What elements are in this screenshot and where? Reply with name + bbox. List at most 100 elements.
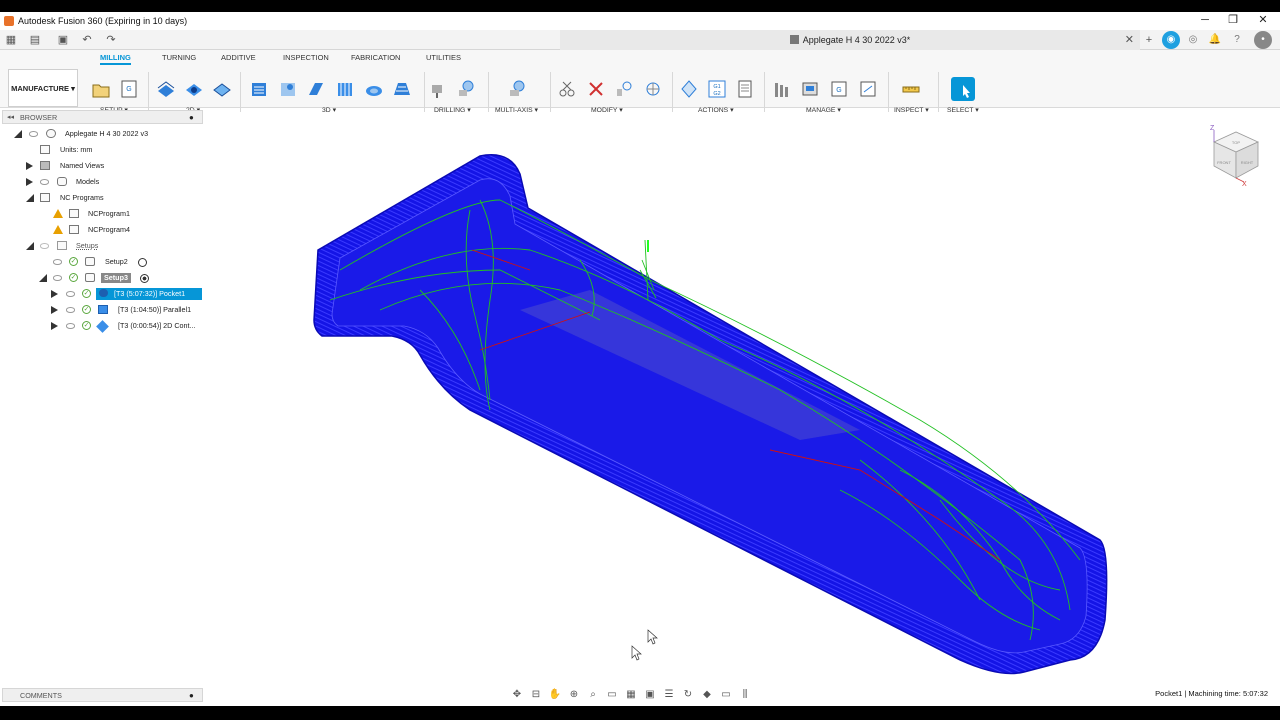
tree-item-2d-contour[interactable]: ✓ [T3 (0:00:54)] 2D Cont... <box>2 319 202 333</box>
tree-item-document[interactable]: Applegate H 4 30 2022 v3 <box>2 127 202 141</box>
2d-pocket-icon[interactable] <box>184 79 204 99</box>
tool-library-icon[interactable] <box>772 79 792 99</box>
workspace-switcher[interactable]: MANUFACTURE ▾ <box>8 69 78 107</box>
expand-triangle-icon[interactable] <box>51 322 58 330</box>
tab-inspection[interactable]: INSPECTION <box>283 53 329 62</box>
setup-sheet-icon[interactable] <box>735 79 755 99</box>
visibility-eye-icon[interactable] <box>40 243 49 249</box>
minimize-button[interactable]: ─ <box>1190 12 1220 30</box>
expand-triangle-icon[interactable] <box>26 178 33 186</box>
fit-icon[interactable]: ⌕ <box>584 688 602 702</box>
cube-face-front[interactable]: FRONT <box>1217 160 1231 165</box>
pattern-icon[interactable] <box>614 79 634 99</box>
collapse-panel-icon[interactable]: ◂◂ <box>7 111 14 124</box>
steep-shallow-icon[interactable] <box>306 79 326 99</box>
new-tab-icon[interactable]: + <box>1142 33 1156 47</box>
tab-additive[interactable]: ADDITIVE <box>221 53 256 62</box>
group-drilling[interactable]: DRILLING ▾ <box>434 106 471 114</box>
delete-toolpath-icon[interactable] <box>586 79 606 99</box>
tree-item-models[interactable]: Models <box>2 175 202 189</box>
collapse-triangle-icon[interactable] <box>39 274 47 282</box>
machine-library-icon[interactable] <box>800 79 820 99</box>
undo-icon[interactable]: ↶ <box>80 33 94 47</box>
orbit-move-icon[interactable]: ✥ <box>508 688 526 702</box>
select-icon[interactable] <box>951 77 975 101</box>
tree-item-setups[interactable]: Setups <box>2 239 202 253</box>
3d-adaptive-icon[interactable] <box>249 79 269 99</box>
camera-icon[interactable]: ☰ <box>660 688 678 702</box>
document-tab[interactable]: Applegate H 4 30 2022 v3* ✕ <box>560 30 1140 50</box>
drill-icon[interactable] <box>428 79 448 99</box>
extensions-icon[interactable]: ◉ <box>1162 31 1180 49</box>
tree-item-parallel1[interactable]: ✓ [T3 (1:04:50)] Parallel1 <box>2 303 202 317</box>
tab-utilities[interactable]: UTILITIES <box>426 53 461 62</box>
manual-nc-icon[interactable] <box>643 79 663 99</box>
visibility-eye-icon[interactable] <box>66 307 75 313</box>
viewports-icon[interactable]: ▣ <box>641 688 659 702</box>
tab-turning[interactable]: TURNING <box>162 53 196 62</box>
expand-triangle-icon[interactable] <box>51 290 58 298</box>
effects-icon[interactable]: ⫼ <box>736 688 754 702</box>
post-process-icon[interactable]: G1G2 <box>707 79 727 99</box>
save-icon[interactable]: ▣ <box>56 33 70 47</box>
tree-item-named-views[interactable]: Named Views <box>2 159 202 173</box>
pan-icon[interactable]: ✋ <box>546 688 564 702</box>
visibility-eye-icon[interactable] <box>53 259 62 265</box>
tree-item-setup3[interactable]: ✓ Setup3 <box>2 271 202 285</box>
contour-icon[interactable] <box>392 79 412 99</box>
redo-icon[interactable]: ↷ <box>104 33 118 47</box>
measure-icon[interactable] <box>901 79 921 99</box>
2d-adaptive-icon[interactable] <box>156 79 176 99</box>
cube-face-top[interactable]: TOP <box>1232 140 1240 145</box>
grid-settings-icon[interactable]: ▦ <box>622 688 640 702</box>
group-inspect[interactable]: INSPECT ▾ <box>894 106 929 114</box>
cube-face-right[interactable]: RIGHT <box>1241 160 1254 165</box>
collapse-triangle-icon[interactable] <box>26 242 34 250</box>
look-at-icon[interactable]: ⊟ <box>527 688 545 702</box>
nc-program-icon[interactable]: G <box>119 79 139 99</box>
user-avatar[interactable]: • <box>1254 31 1272 49</box>
grid-menu-icon[interactable]: ▦ <box>4 33 18 47</box>
tree-item-nc-programs[interactable]: NC Programs <box>2 191 202 205</box>
job-status-icon[interactable]: ◎ <box>1184 31 1202 49</box>
visibility-eye-icon[interactable] <box>66 291 75 297</box>
visual-style-icon[interactable]: ◆ <box>698 688 716 702</box>
visibility-eye-icon[interactable] <box>40 179 49 185</box>
template-library-icon[interactable] <box>858 79 878 99</box>
3d-pocket-icon[interactable] <box>278 79 298 99</box>
pin-icon[interactable]: ● <box>189 689 194 702</box>
pin-icon[interactable]: ● <box>189 111 194 124</box>
3d-viewport[interactable] <box>300 140 1120 680</box>
post-library-icon[interactable]: G <box>829 79 849 99</box>
visibility-eye-icon[interactable] <box>53 275 62 281</box>
expand-triangle-icon[interactable] <box>26 162 33 170</box>
group-3d[interactable]: 3D ▾ <box>322 106 336 114</box>
new-setup-icon[interactable] <box>91 79 111 99</box>
tab-milling[interactable]: MILLING <box>100 53 131 65</box>
group-actions[interactable]: ACTIONS ▾ <box>698 106 734 114</box>
notifications-icon[interactable]: 🔔 <box>1206 31 1224 49</box>
parallel-icon[interactable] <box>335 79 355 99</box>
help-icon[interactable]: ? <box>1228 31 1246 49</box>
orbit-icon[interactable]: ↻ <box>679 688 697 702</box>
multi-axis-icon[interactable] <box>507 79 527 99</box>
face-icon[interactable] <box>212 79 232 99</box>
tab-fabrication[interactable]: FABRICATION <box>351 53 400 62</box>
visibility-eye-icon[interactable] <box>29 131 38 137</box>
tree-item-pocket1[interactable]: ✓ [T3 (5:07:32)] Pocket1 <box>2 287 202 301</box>
activate-radio-icon[interactable] <box>138 258 147 267</box>
close-document-icon[interactable]: ✕ <box>1125 30 1134 50</box>
restore-button[interactable]: ❐ <box>1218 12 1248 30</box>
tree-item-ncprogram1[interactable]: NCProgram1 <box>2 207 202 221</box>
close-window-button[interactable]: ✕ <box>1248 12 1278 30</box>
tree-item-units[interactable]: Units: mm <box>2 143 202 157</box>
group-manage[interactable]: MANAGE ▾ <box>806 106 841 114</box>
environment-icon[interactable]: ▭ <box>717 688 735 702</box>
group-select[interactable]: SELECT ▾ <box>947 106 979 114</box>
toolpath-model[interactable] <box>313 154 1108 675</box>
collapse-triangle-icon[interactable] <box>26 194 34 202</box>
active-radio-icon[interactable] <box>140 274 149 283</box>
file-menu-icon[interactable]: ▤ <box>28 33 42 47</box>
visibility-eye-icon[interactable] <box>66 323 75 329</box>
group-multi-axis[interactable]: MULTI-AXIS ▾ <box>495 106 538 114</box>
